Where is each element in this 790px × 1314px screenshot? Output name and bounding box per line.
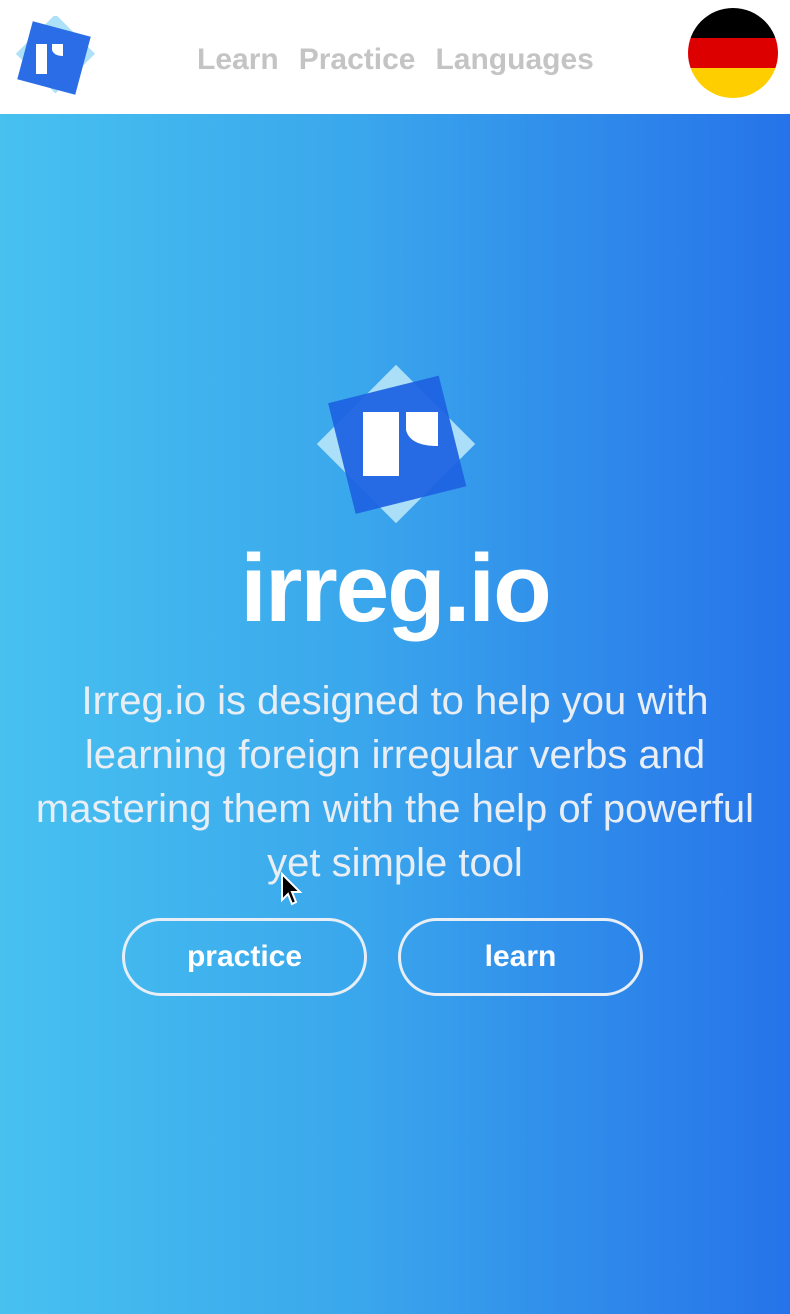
hero-tagline: Irreg.io is designed to help you with le… (35, 679, 755, 885)
top-header: Learn Practice Languages (0, 0, 790, 114)
irreg-logo-icon (316, 364, 476, 524)
flag-stripe-red (688, 38, 778, 68)
nav-languages[interactable]: Languages (435, 40, 593, 80)
hero-section: irreg.io Irreg.io is designed to help yo… (0, 114, 790, 1314)
irreg-logo-icon[interactable] (10, 16, 98, 100)
brand-title: irreg.io (240, 535, 551, 642)
flag-stripe-gold (688, 68, 778, 98)
germany-flag-icon[interactable] (688, 8, 778, 98)
nav-practice[interactable]: Practice (299, 40, 416, 80)
learn-button[interactable]: learn (398, 918, 643, 996)
mouse-cursor-icon (281, 872, 303, 906)
flag-stripe-black (688, 8, 778, 38)
practice-button[interactable]: practice (122, 918, 367, 996)
nav-learn[interactable]: Learn (197, 40, 279, 80)
main-nav: Learn Practice Languages (197, 40, 594, 80)
